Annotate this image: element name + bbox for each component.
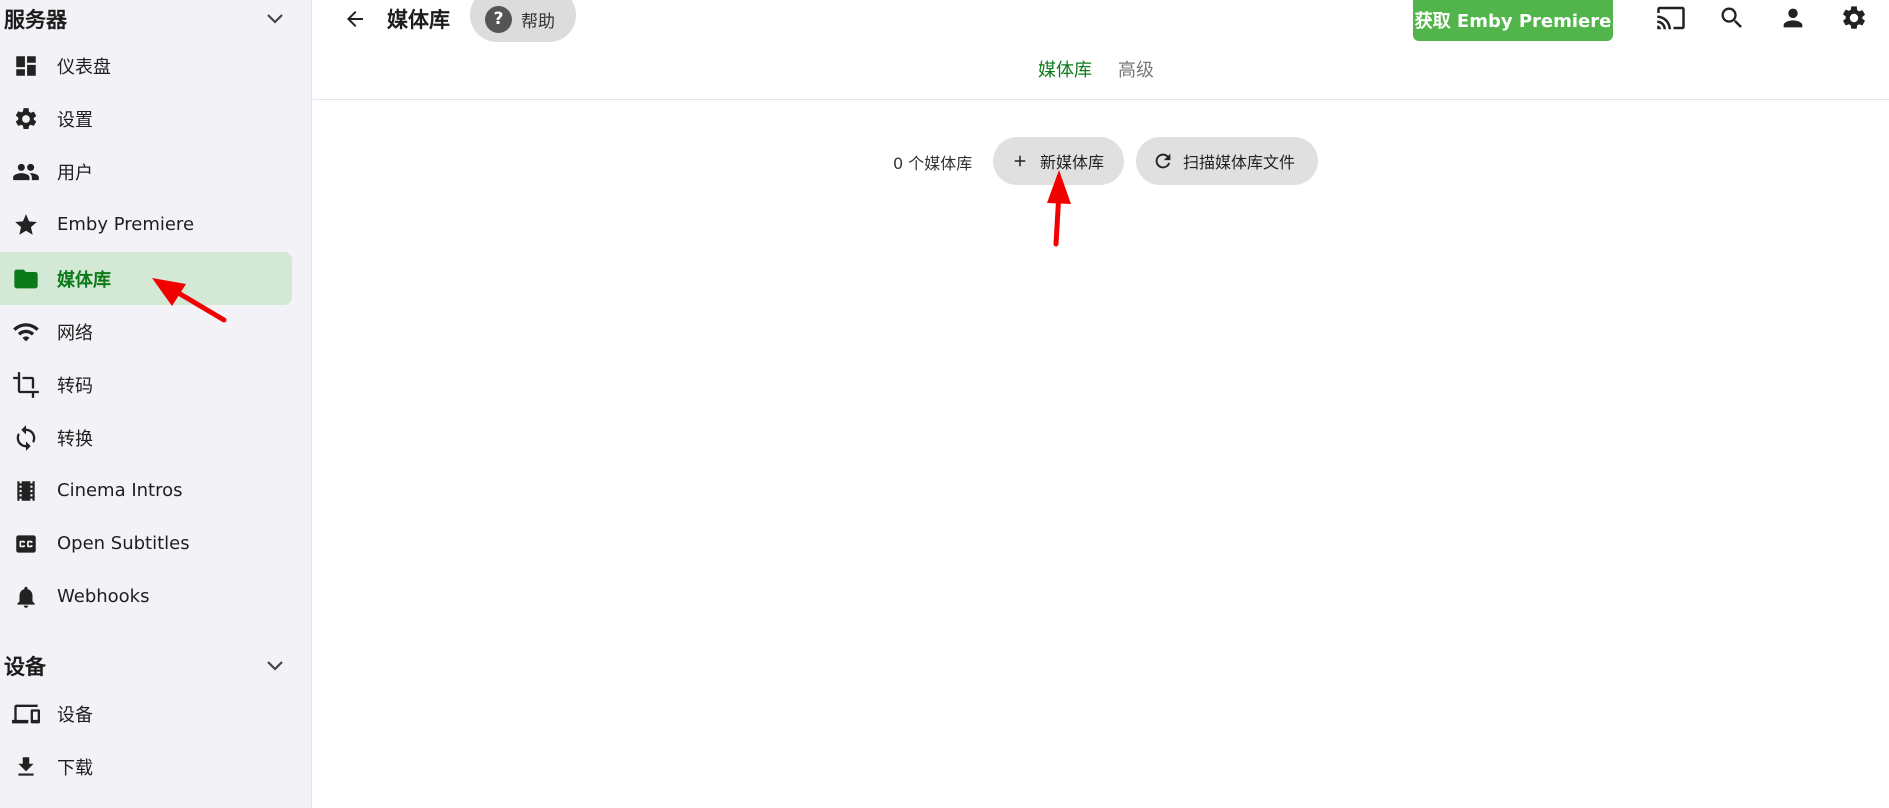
sidebar-item-users[interactable]: 用户 [0, 145, 292, 198]
sidebar-item-label: Webhooks [57, 586, 150, 607]
download-icon [12, 753, 40, 781]
cc-icon [12, 530, 40, 558]
sidebar-item-label: 转码 [57, 375, 93, 397]
sidebar-item-label: 设备 [57, 704, 93, 726]
tab-bar: 媒体库 高级 [313, 56, 1889, 86]
cast-icon[interactable] [1653, 0, 1689, 36]
people-icon [12, 158, 40, 186]
sidebar-item-label: Cinema Intros [57, 480, 183, 501]
sidebar: 服务器 仪表盘 设置 用户 Emby Premiere 媒体库 网络 转码 转换… [0, 0, 312, 808]
sidebar-item-network[interactable]: 网络 [0, 305, 292, 358]
star-icon [12, 211, 40, 239]
sidebar-item-label: 媒体库 [57, 269, 111, 291]
film-icon [12, 477, 40, 505]
scan-library-button[interactable]: 扫描媒体库文件 [1136, 137, 1318, 185]
wifi-icon [12, 318, 40, 346]
back-button[interactable] [338, 2, 372, 36]
get-premiere-button[interactable]: 获取 Emby Premiere [1413, 0, 1613, 41]
help-label: 帮助 [521, 11, 555, 32]
user-icon[interactable] [1775, 0, 1811, 36]
crop-icon [12, 371, 40, 399]
sidebar-item-label: Emby Premiere [57, 214, 195, 235]
devices-icon [12, 700, 40, 728]
sidebar-item-dashboard[interactable]: 仪表盘 [0, 39, 292, 92]
settings-icon[interactable] [1836, 0, 1872, 36]
help-button[interactable]: ? 帮助 [470, 0, 576, 42]
section-title-devices: 设备 [4, 655, 46, 679]
sidebar-item-transcoding[interactable]: 转码 [0, 358, 292, 411]
sidebar-item-label: 设置 [57, 109, 93, 131]
sidebar-item-settings[interactable]: 设置 [0, 92, 292, 145]
back-arrow-icon [347, 11, 363, 27]
bell-icon [12, 583, 40, 611]
scan-library-label: 扫描媒体库文件 [1183, 153, 1296, 172]
help-icon: ? [485, 5, 512, 33]
main-content: 媒体库 ? 帮助 获取 Emby Premiere 媒体库 高级 0 个媒体库 [313, 0, 1889, 808]
section-header-devices[interactable]: 设备 [0, 647, 311, 685]
sync-icon [12, 424, 40, 452]
sidebar-item-conversion[interactable]: 转换 [0, 411, 292, 464]
sidebar-item-label: 网络 [57, 322, 93, 344]
sidebar-item-label: 转换 [57, 428, 93, 450]
plus-icon [1009, 150, 1031, 172]
folder-icon [12, 265, 40, 293]
search-icon[interactable] [1714, 0, 1750, 36]
sidebar-item-label: 下载 [57, 757, 93, 779]
tab-library[interactable]: 媒体库 [1038, 56, 1092, 82]
sidebar-item-downloads[interactable]: 下载 [0, 740, 292, 793]
refresh-icon [1152, 150, 1174, 172]
sidebar-item-emby-premiere[interactable]: Emby Premiere [0, 198, 292, 251]
gear-icon [12, 105, 40, 133]
dashboard-icon [12, 52, 40, 80]
page-header: 媒体库 ? 帮助 获取 Emby Premiere 媒体库 高级 [313, 0, 1889, 100]
tab-advanced[interactable]: 高级 [1118, 56, 1154, 82]
sidebar-item-label: 仪表盘 [57, 56, 111, 78]
sidebar-item-webhooks[interactable]: Webhooks [0, 570, 292, 623]
chevron-down-icon[interactable] [262, 653, 288, 679]
chevron-down-icon[interactable] [262, 6, 288, 32]
section-header-server[interactable]: 服务器 [0, 0, 311, 38]
sidebar-item-label: Open Subtitles [57, 533, 190, 554]
sidebar-item-library[interactable]: 媒体库 [0, 252, 292, 305]
sidebar-item-label: 用户 [57, 162, 93, 184]
annotation-arrow-new-library [1047, 170, 1071, 247]
page-title: 媒体库 [387, 8, 450, 32]
library-count: 0 个媒体库 [893, 154, 973, 173]
annotation-arrow-sidebar [152, 278, 227, 323]
sidebar-item-open-subtitles[interactable]: Open Subtitles [0, 517, 292, 570]
sidebar-item-cinema-intros[interactable]: Cinema Intros [0, 464, 292, 517]
sidebar-item-devices[interactable]: 设备 [0, 687, 292, 740]
section-title-server: 服务器 [4, 8, 67, 32]
library-toolbar: 0 个媒体库 新媒体库 扫描媒体库文件 [313, 137, 1889, 185]
